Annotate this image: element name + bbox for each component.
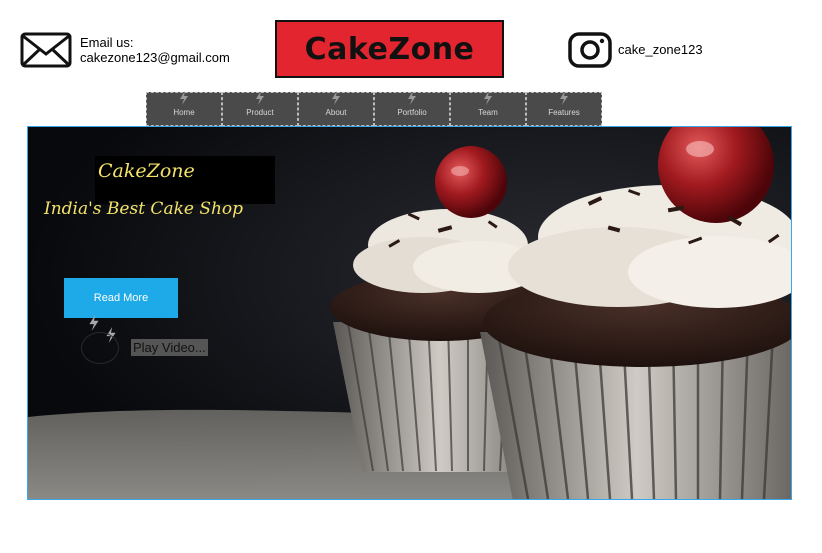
lightning-icon (560, 91, 568, 105)
email-text: Email us: cakezone123@gmail.com (80, 35, 230, 65)
email-contact: Email us: cakezone123@gmail.com (20, 32, 230, 68)
play-button-circle[interactable] (81, 332, 119, 364)
instagram-contact[interactable]: cake_zone123 (568, 32, 703, 73)
nav-item-features[interactable]: Features (526, 91, 602, 126)
logo-text: CakeZone (304, 31, 475, 67)
nav-label: Team (478, 107, 498, 117)
lightning-icon (256, 91, 264, 105)
hero-tagline: India's Best Cake Shop (44, 199, 244, 219)
nav-label: About (325, 107, 347, 117)
nav-item-team[interactable]: Team (450, 91, 526, 126)
site-logo[interactable]: CakeZone (275, 20, 504, 78)
mail-icon (20, 32, 72, 68)
lightning-icon (484, 91, 492, 105)
nav-label: Home (173, 107, 195, 117)
main-nav: Home Product About Portfolio Team Featur… (146, 91, 602, 126)
lightning-icon (332, 91, 340, 105)
hero-banner: CakeZone India's Best Cake Shop Read Mor… (27, 126, 792, 500)
lightning-icon (408, 91, 416, 105)
play-video-link[interactable]: Play Video... (131, 339, 208, 356)
nav-item-home[interactable]: Home (146, 91, 222, 126)
nav-item-portfolio[interactable]: Portfolio (374, 91, 450, 126)
read-more-button[interactable]: Read More (64, 278, 178, 318)
email-address[interactable]: cakezone123@gmail.com (80, 50, 230, 65)
instagram-icon (568, 32, 612, 68)
nav-label: Product (246, 107, 274, 117)
hero-brand: CakeZone (98, 160, 195, 182)
nav-label: Portfolio (397, 107, 427, 117)
email-label: Email us: (80, 35, 134, 50)
lightning-icon (89, 315, 99, 331)
instagram-handle: cake_zone123 (618, 42, 703, 57)
nav-item-about[interactable]: About (298, 91, 374, 126)
nav-label: Features (548, 107, 580, 117)
lightning-icon (180, 91, 188, 105)
nav-item-product[interactable]: Product (222, 91, 298, 126)
